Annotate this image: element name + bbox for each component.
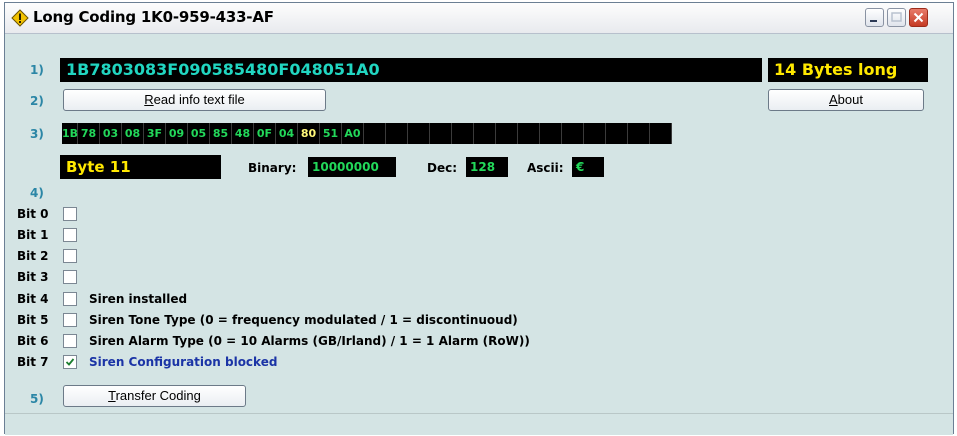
byte-cell[interactable] [518, 123, 540, 144]
bit-row: Bit 4 Siren installed [17, 289, 187, 309]
bit-label: Bit 6 [17, 334, 49, 348]
bit-label: Bit 2 [17, 249, 49, 263]
byte-cell[interactable]: 3F [144, 123, 166, 144]
bit-checkbox[interactable] [63, 355, 77, 369]
binary-value: 10000000 [308, 157, 396, 177]
byte-cell[interactable] [540, 123, 562, 144]
byte-cell[interactable] [606, 123, 628, 144]
byte-cell[interactable] [386, 123, 408, 144]
bit-row: Bit 0 [17, 204, 77, 224]
window-title: Long Coding 1K0-959-433-AF [33, 8, 274, 26]
byte-cell[interactable] [474, 123, 496, 144]
bit-description: Siren Alarm Type (0 = 10 Alarms (GB/Irla… [89, 334, 530, 348]
bit-label: Bit 4 [17, 292, 49, 306]
bit-label: Bit 3 [17, 270, 49, 284]
dec-value: 128 [466, 157, 508, 177]
bytes-length-display: 14 Bytes long [768, 58, 928, 82]
byte-cell[interactable] [408, 123, 430, 144]
maximize-button[interactable] [887, 8, 906, 27]
transfer-coding-button[interactable]: Transfer Coding [63, 385, 246, 407]
bit-checkbox[interactable] [63, 334, 77, 348]
bit-label: Bit 7 [17, 355, 49, 369]
byte-cell[interactable]: 0F [254, 123, 276, 144]
read-info-text-file-button[interactable]: Read info text file [63, 89, 326, 111]
byte-cell[interactable]: A0 [342, 123, 364, 144]
step-2-label: 2) [30, 94, 44, 108]
bit-label: Bit 0 [17, 207, 49, 221]
about-label: bout [837, 92, 863, 107]
byte-cell[interactable]: 08 [122, 123, 144, 144]
step-1-label: 1) [30, 63, 44, 77]
bit-row: Bit 7 Siren Configuration blocked [17, 352, 277, 372]
byte-cell[interactable]: 04 [276, 123, 298, 144]
byte-cell[interactable]: 78 [78, 123, 100, 144]
about-button[interactable]: About [768, 89, 924, 111]
bit-checkbox[interactable] [63, 249, 77, 263]
bit-checkbox[interactable] [63, 292, 77, 306]
about-mnemonic: A [829, 92, 838, 107]
byte-cell[interactable]: 48 [232, 123, 254, 144]
bit-row: Bit 6 Siren Alarm Type (0 = 10 Alarms (GB… [17, 331, 530, 351]
read-info-mnemonic: R [144, 92, 154, 107]
bit-checkbox[interactable] [63, 228, 77, 242]
bit-checkbox[interactable] [63, 313, 77, 327]
binary-label: Binary: [248, 161, 297, 175]
bit-description: Siren Tone Type (0 = frequency modulated… [89, 313, 518, 327]
byte-cell[interactable]: 51 [320, 123, 342, 144]
step-3-label: 3) [30, 127, 44, 141]
bit-checkbox[interactable] [63, 270, 77, 284]
bit-row: Bit 5 Siren Tone Type (0 = frequency modu… [17, 310, 518, 330]
bit-description: Siren Configuration blocked [89, 355, 278, 369]
dec-label: Dec: [427, 161, 458, 175]
byte-cell[interactable] [452, 123, 474, 144]
byte-cell[interactable] [496, 123, 518, 144]
long-coding-window: Long Coding 1K0-959-433-AF 1) 1B7803083F… [4, 2, 954, 435]
byte-cell[interactable] [364, 123, 386, 144]
bit-row: Bit 1 [17, 225, 77, 245]
bit-label: Bit 5 [17, 313, 49, 327]
step-4-label: 4) [30, 186, 44, 200]
byte-cell[interactable]: 80 [298, 123, 320, 144]
close-button[interactable] [909, 8, 928, 27]
selected-byte-label: Byte 11 [60, 155, 221, 179]
bit-description: Siren installed [89, 292, 188, 306]
byte-cell[interactable]: 09 [166, 123, 188, 144]
transfer-mnemonic: T [108, 388, 116, 403]
byte-cell[interactable]: 85 [210, 123, 232, 144]
title-bar[interactable]: Long Coding 1K0-959-433-AF [5, 3, 953, 34]
byte-cell[interactable] [584, 123, 606, 144]
ascii-value: € [572, 157, 604, 177]
coding-value-field[interactable]: 1B7803083F090585480F048051A0 [60, 58, 762, 82]
bit-row: Bit 3 [17, 267, 77, 287]
status-bar [5, 413, 953, 435]
byte-cell[interactable]: 1B [62, 123, 78, 144]
step-5-label: 5) [30, 392, 44, 406]
bit-checkbox[interactable] [63, 207, 77, 221]
byte-cell[interactable]: 05 [188, 123, 210, 144]
ascii-label: Ascii: [527, 161, 564, 175]
bit-row: Bit 2 [17, 246, 77, 266]
byte-cell[interactable] [628, 123, 650, 144]
byte-cell[interactable]: 03 [100, 123, 122, 144]
bit-label: Bit 1 [17, 228, 49, 242]
warning-diamond-icon [11, 9, 29, 27]
byte-cells-row: 1B 78 03 08 3F 09 05 85 48 0F 04 80 51 A0 [62, 123, 672, 144]
read-info-label: ead info text file [153, 92, 245, 107]
checkmark-icon [65, 358, 75, 366]
minimize-button[interactable] [865, 8, 884, 27]
byte-cell[interactable] [430, 123, 452, 144]
byte-cell[interactable] [650, 123, 672, 144]
byte-cell[interactable] [562, 123, 584, 144]
transfer-label: ransfer Coding [115, 388, 201, 403]
